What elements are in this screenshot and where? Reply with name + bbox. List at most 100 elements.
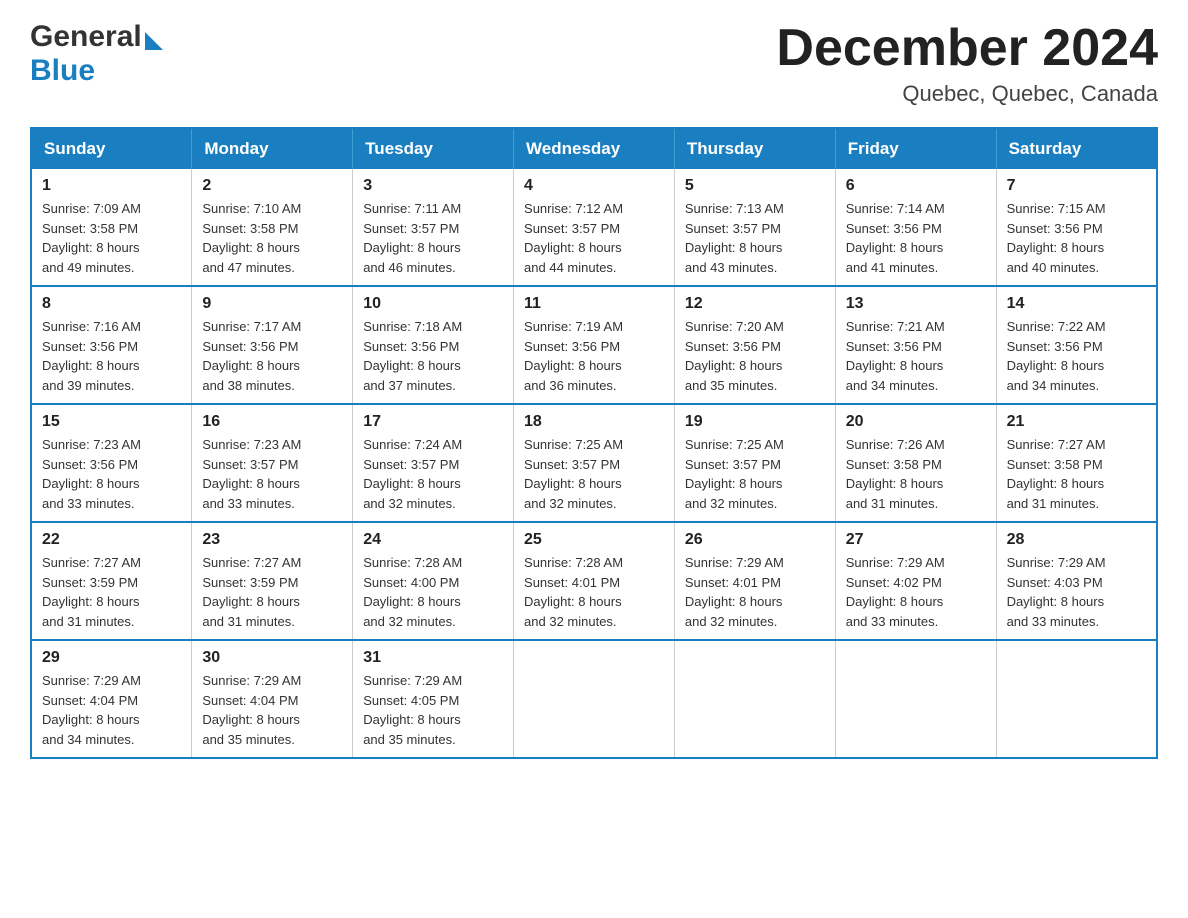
- header-sunday: Sunday: [31, 128, 192, 169]
- header-monday: Monday: [192, 128, 353, 169]
- calendar-cell: [835, 640, 996, 758]
- header-thursday: Thursday: [674, 128, 835, 169]
- day-number: 27: [846, 531, 986, 549]
- day-info: Sunrise: 7:27 AM Sunset: 3:59 PM Dayligh…: [202, 555, 301, 629]
- day-info: Sunrise: 7:16 AM Sunset: 3:56 PM Dayligh…: [42, 319, 141, 393]
- calendar-cell: 29 Sunrise: 7:29 AM Sunset: 4:04 PM Dayl…: [31, 640, 192, 758]
- day-info: Sunrise: 7:29 AM Sunset: 4:04 PM Dayligh…: [202, 673, 301, 747]
- day-number: 23: [202, 531, 342, 549]
- day-info: Sunrise: 7:24 AM Sunset: 3:57 PM Dayligh…: [363, 437, 462, 511]
- day-number: 2: [202, 177, 342, 195]
- calendar-cell: 30 Sunrise: 7:29 AM Sunset: 4:04 PM Dayl…: [192, 640, 353, 758]
- header-friday: Friday: [835, 128, 996, 169]
- day-number: 12: [685, 295, 825, 313]
- day-info: Sunrise: 7:25 AM Sunset: 3:57 PM Dayligh…: [685, 437, 784, 511]
- day-number: 22: [42, 531, 181, 549]
- day-info: Sunrise: 7:21 AM Sunset: 3:56 PM Dayligh…: [846, 319, 945, 393]
- day-info: Sunrise: 7:27 AM Sunset: 3:58 PM Dayligh…: [1007, 437, 1106, 511]
- day-number: 3: [363, 177, 503, 195]
- day-number: 11: [524, 295, 664, 313]
- day-number: 10: [363, 295, 503, 313]
- day-info: Sunrise: 7:23 AM Sunset: 3:56 PM Dayligh…: [42, 437, 141, 511]
- day-number: 16: [202, 413, 342, 431]
- day-number: 24: [363, 531, 503, 549]
- week-row-3: 15 Sunrise: 7:23 AM Sunset: 3:56 PM Dayl…: [31, 404, 1157, 522]
- day-number: 4: [524, 177, 664, 195]
- logo-general-text: General: [30, 20, 142, 54]
- week-row-2: 8 Sunrise: 7:16 AM Sunset: 3:56 PM Dayli…: [31, 286, 1157, 404]
- day-info: Sunrise: 7:29 AM Sunset: 4:03 PM Dayligh…: [1007, 555, 1106, 629]
- header-tuesday: Tuesday: [353, 128, 514, 169]
- day-number: 9: [202, 295, 342, 313]
- day-info: Sunrise: 7:23 AM Sunset: 3:57 PM Dayligh…: [202, 437, 301, 511]
- day-number: 1: [42, 177, 181, 195]
- day-info: Sunrise: 7:27 AM Sunset: 3:59 PM Dayligh…: [42, 555, 141, 629]
- calendar-cell: 19 Sunrise: 7:25 AM Sunset: 3:57 PM Dayl…: [674, 404, 835, 522]
- calendar-cell: 1 Sunrise: 7:09 AM Sunset: 3:58 PM Dayli…: [31, 169, 192, 286]
- calendar-cell: 2 Sunrise: 7:10 AM Sunset: 3:58 PM Dayli…: [192, 169, 353, 286]
- calendar-cell: 25 Sunrise: 7:28 AM Sunset: 4:01 PM Dayl…: [514, 522, 675, 640]
- day-info: Sunrise: 7:10 AM Sunset: 3:58 PM Dayligh…: [202, 201, 301, 275]
- calendar-cell: 10 Sunrise: 7:18 AM Sunset: 3:56 PM Dayl…: [353, 286, 514, 404]
- calendar-cell: 26 Sunrise: 7:29 AM Sunset: 4:01 PM Dayl…: [674, 522, 835, 640]
- day-number: 31: [363, 649, 503, 667]
- calendar-cell: 6 Sunrise: 7:14 AM Sunset: 3:56 PM Dayli…: [835, 169, 996, 286]
- day-info: Sunrise: 7:28 AM Sunset: 4:01 PM Dayligh…: [524, 555, 623, 629]
- day-number: 25: [524, 531, 664, 549]
- day-info: Sunrise: 7:14 AM Sunset: 3:56 PM Dayligh…: [846, 201, 945, 275]
- day-info: Sunrise: 7:22 AM Sunset: 3:56 PM Dayligh…: [1007, 319, 1106, 393]
- calendar-cell: 21 Sunrise: 7:27 AM Sunset: 3:58 PM Dayl…: [996, 404, 1157, 522]
- week-row-4: 22 Sunrise: 7:27 AM Sunset: 3:59 PM Dayl…: [31, 522, 1157, 640]
- day-number: 30: [202, 649, 342, 667]
- day-number: 26: [685, 531, 825, 549]
- month-title: December 2024: [776, 20, 1158, 77]
- calendar-cell: 3 Sunrise: 7:11 AM Sunset: 3:57 PM Dayli…: [353, 169, 514, 286]
- calendar-cell: 22 Sunrise: 7:27 AM Sunset: 3:59 PM Dayl…: [31, 522, 192, 640]
- day-number: 18: [524, 413, 664, 431]
- week-row-1: 1 Sunrise: 7:09 AM Sunset: 3:58 PM Dayli…: [31, 169, 1157, 286]
- calendar-cell: 13 Sunrise: 7:21 AM Sunset: 3:56 PM Dayl…: [835, 286, 996, 404]
- day-number: 20: [846, 413, 986, 431]
- week-row-5: 29 Sunrise: 7:29 AM Sunset: 4:04 PM Dayl…: [31, 640, 1157, 758]
- day-number: 7: [1007, 177, 1146, 195]
- logo-triangle-icon: [145, 32, 163, 50]
- day-info: Sunrise: 7:17 AM Sunset: 3:56 PM Dayligh…: [202, 319, 301, 393]
- header-wednesday: Wednesday: [514, 128, 675, 169]
- calendar-cell: 18 Sunrise: 7:25 AM Sunset: 3:57 PM Dayl…: [514, 404, 675, 522]
- calendar-cell: 7 Sunrise: 7:15 AM Sunset: 3:56 PM Dayli…: [996, 169, 1157, 286]
- day-info: Sunrise: 7:15 AM Sunset: 3:56 PM Dayligh…: [1007, 201, 1106, 275]
- day-info: Sunrise: 7:29 AM Sunset: 4:05 PM Dayligh…: [363, 673, 462, 747]
- location-label: Quebec, Quebec, Canada: [776, 81, 1158, 107]
- day-info: Sunrise: 7:28 AM Sunset: 4:00 PM Dayligh…: [363, 555, 462, 629]
- calendar-cell: 17 Sunrise: 7:24 AM Sunset: 3:57 PM Dayl…: [353, 404, 514, 522]
- logo: General Blue: [30, 20, 163, 88]
- calendar-cell: 9 Sunrise: 7:17 AM Sunset: 3:56 PM Dayli…: [192, 286, 353, 404]
- day-number: 14: [1007, 295, 1146, 313]
- day-info: Sunrise: 7:20 AM Sunset: 3:56 PM Dayligh…: [685, 319, 784, 393]
- day-info: Sunrise: 7:29 AM Sunset: 4:01 PM Dayligh…: [685, 555, 784, 629]
- calendar-cell: 31 Sunrise: 7:29 AM Sunset: 4:05 PM Dayl…: [353, 640, 514, 758]
- calendar-cell: [996, 640, 1157, 758]
- day-number: 21: [1007, 413, 1146, 431]
- day-number: 6: [846, 177, 986, 195]
- calendar-table: SundayMondayTuesdayWednesdayThursdayFrid…: [30, 127, 1158, 759]
- day-number: 5: [685, 177, 825, 195]
- day-info: Sunrise: 7:12 AM Sunset: 3:57 PM Dayligh…: [524, 201, 623, 275]
- days-header-row: SundayMondayTuesdayWednesdayThursdayFrid…: [31, 128, 1157, 169]
- day-info: Sunrise: 7:13 AM Sunset: 3:57 PM Dayligh…: [685, 201, 784, 275]
- day-info: Sunrise: 7:29 AM Sunset: 4:04 PM Dayligh…: [42, 673, 141, 747]
- day-info: Sunrise: 7:25 AM Sunset: 3:57 PM Dayligh…: [524, 437, 623, 511]
- calendar-cell: 27 Sunrise: 7:29 AM Sunset: 4:02 PM Dayl…: [835, 522, 996, 640]
- day-number: 8: [42, 295, 181, 313]
- calendar-cell: 11 Sunrise: 7:19 AM Sunset: 3:56 PM Dayl…: [514, 286, 675, 404]
- day-info: Sunrise: 7:19 AM Sunset: 3:56 PM Dayligh…: [524, 319, 623, 393]
- day-number: 28: [1007, 531, 1146, 549]
- day-info: Sunrise: 7:09 AM Sunset: 3:58 PM Dayligh…: [42, 201, 141, 275]
- calendar-cell: 14 Sunrise: 7:22 AM Sunset: 3:56 PM Dayl…: [996, 286, 1157, 404]
- calendar-cell: 16 Sunrise: 7:23 AM Sunset: 3:57 PM Dayl…: [192, 404, 353, 522]
- calendar-cell: 20 Sunrise: 7:26 AM Sunset: 3:58 PM Dayl…: [835, 404, 996, 522]
- calendar-cell: 4 Sunrise: 7:12 AM Sunset: 3:57 PM Dayli…: [514, 169, 675, 286]
- day-number: 13: [846, 295, 986, 313]
- calendar-cell: 28 Sunrise: 7:29 AM Sunset: 4:03 PM Dayl…: [996, 522, 1157, 640]
- day-info: Sunrise: 7:11 AM Sunset: 3:57 PM Dayligh…: [363, 201, 461, 275]
